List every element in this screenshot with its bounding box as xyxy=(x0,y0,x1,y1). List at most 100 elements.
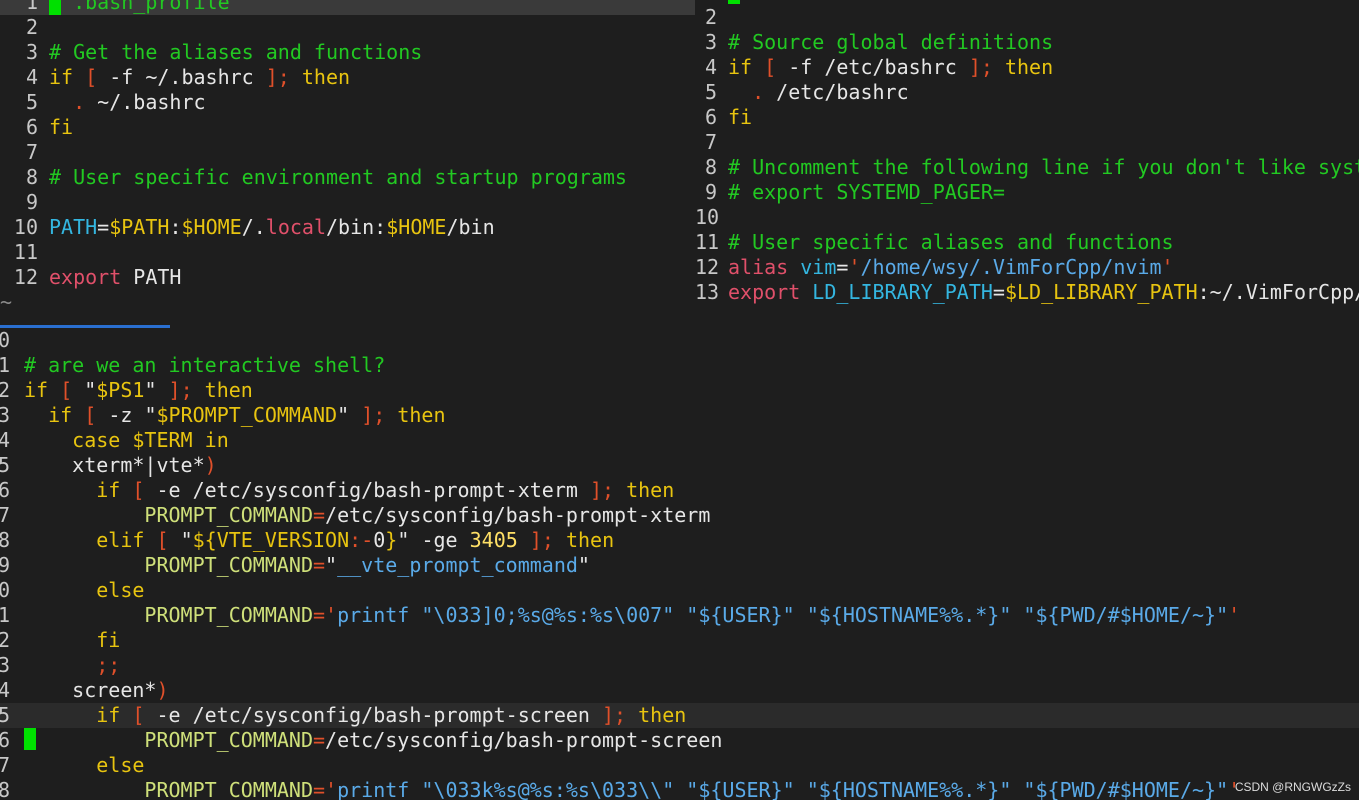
code-line[interactable]: 1 # are we an interactive shell? xyxy=(0,353,1359,378)
code-line[interactable]: 11 xyxy=(0,240,695,265)
code-line[interactable]: 5 xterm*|vte*) xyxy=(0,453,1359,478)
line-number: 1 xyxy=(0,353,10,377)
code-line[interactable]: 7 xyxy=(0,140,695,165)
code-line[interactable]: 6 fi xyxy=(0,115,695,140)
code-token: " xyxy=(577,553,590,577)
line-number: 12 xyxy=(695,255,720,279)
code-line[interactable]: 7 xyxy=(695,130,1359,155)
line-code: # export SYSTEMD_PAGER= xyxy=(728,180,1005,205)
code-line[interactable]: 8 # User specific environment and startup… xyxy=(0,165,695,190)
code-token: /etc/sysconfig/bash-prompt-xterm xyxy=(325,503,711,527)
code-token: /. xyxy=(241,215,266,239)
line-number: 12 xyxy=(13,265,38,289)
code-line[interactable]: 2 xyxy=(0,15,695,40)
line-code: export PATH xyxy=(49,265,181,290)
code-line[interactable]: 8 elif [ "${VTE_VERSION:-0}" -ge 3405 ];… xyxy=(0,528,1359,553)
line-code: case $TERM in xyxy=(24,428,229,453)
code-token: } xyxy=(385,528,398,552)
line-code: ;; xyxy=(24,653,120,678)
code-token: fi xyxy=(96,628,121,652)
code-token: # Get the aliases and functions xyxy=(49,40,423,64)
code-token: export xyxy=(49,265,122,289)
code-token: [ xyxy=(132,478,157,502)
code-line[interactable]: 11 # User specific aliases and functions xyxy=(695,230,1359,255)
code-token: then xyxy=(397,403,446,427)
line-code: PROMPT_COMMAND=/etc/sysconfig/bash-promp… xyxy=(24,728,722,753)
code-line[interactable]: 2 xyxy=(695,5,1359,30)
code-token: PROMPT_COMMAND xyxy=(144,503,313,527)
code-token: 0 xyxy=(373,528,386,552)
code-line[interactable]: 4 case $TERM in xyxy=(0,428,1359,453)
line-code: export LD_LIBRARY_PATH=$LD_LIBRARY_PATH:… xyxy=(728,280,1359,305)
code-line[interactable]: 4 if [ -f /etc/bashrc ]; then xyxy=(695,55,1359,80)
code-line[interactable]: 0 else xyxy=(0,578,1359,603)
editor-pane-bashrc-global[interactable]: 0 1 # are we an interactive shell? 2 if [ "$… xyxy=(0,330,1359,800)
code-line[interactable]: 12 alias vim='/home/wsy/.VimForCpp/nvim' xyxy=(695,255,1359,280)
line-number: 5 xyxy=(0,453,10,477)
code-line[interactable]: 7 else xyxy=(0,753,1359,778)
line-code: if [ -e /etc/sysconfig/bash-prompt-xterm… xyxy=(24,478,674,503)
code-line[interactable]: 10 PATH=$PATH:$HOME/.local/bin:$HOME/bin xyxy=(0,215,695,240)
code-token: ' xyxy=(1228,603,1241,627)
line-code: else xyxy=(24,578,144,603)
code-line[interactable]: 2 if [ "$PS1" ]; then xyxy=(0,378,1359,403)
line-number: 10 xyxy=(695,205,720,229)
line-number: 7 xyxy=(0,503,10,527)
code-line[interactable]: 8 PROMPT_COMMAND='printf "\033k%s@%s:%s\… xyxy=(0,778,1359,800)
code-token: " xyxy=(144,403,157,427)
code-line[interactable]: 5 if [ -e /etc/sysconfig/bash-prompt-scr… xyxy=(0,703,1359,728)
code-token: case xyxy=(72,428,133,452)
code-token: -ge xyxy=(421,528,470,552)
code-line[interactable]: 12 export PATH xyxy=(0,265,695,290)
line-code: if [ "$PS1" ]; then xyxy=(24,378,253,403)
code-line[interactable]: 9 # export SYSTEMD_PAGER= xyxy=(695,180,1359,205)
code-line[interactable]: 13 export LD_LIBRARY_PATH=$LD_LIBRARY_PAT… xyxy=(695,280,1359,305)
code-line[interactable]: 2 fi xyxy=(0,628,1359,653)
code-line[interactable]: 3 # Source global definitions xyxy=(695,30,1359,55)
code-line[interactable]: 10 xyxy=(695,205,1359,230)
code-line[interactable]: 8 # Uncomment the following line if you d… xyxy=(695,155,1359,180)
code-token: =' xyxy=(313,778,338,800)
line-code: elif [ "${VTE_VERSION:-0}" -ge 3405 ]; t… xyxy=(24,528,614,553)
code-line[interactable]: 9 xyxy=(0,190,695,215)
code-line[interactable]: 4 if [ -f ~/.bashrc ]; then xyxy=(0,65,695,90)
code-line[interactable]: 6 if [ -e /etc/sysconfig/bash-prompt-xte… xyxy=(0,478,1359,503)
cursor-block-icon xyxy=(24,728,36,750)
code-line[interactable]: 6 fi xyxy=(695,105,1359,130)
code-token: # Source global definitions xyxy=(728,30,1054,54)
line-number: 9 xyxy=(0,553,10,577)
line-code: . /etc/bashrc xyxy=(728,80,909,105)
code-token: PATH xyxy=(121,265,182,289)
code-line[interactable]: 3 ;; xyxy=(0,653,1359,678)
line-code: PATH=$PATH:$HOME/.local/bin:$HOME/bin xyxy=(49,215,495,240)
code-line[interactable]: 6 PROMPT_COMMAND=/etc/sysconfig/bash-pro… xyxy=(0,728,1359,753)
code-token: = xyxy=(992,280,1005,304)
code-line[interactable]: 1 # .bash_profile xyxy=(0,0,695,15)
code-line[interactable]: 3 if [ -z "$PROMPT_COMMAND" ]; then xyxy=(0,403,1359,428)
line-code: if [ -e /etc/sysconfig/bash-prompt-scree… xyxy=(24,703,686,728)
code-line[interactable]: 1 PROMPT_COMMAND='printf "\033]0;%s@%s:%… xyxy=(0,603,1359,628)
line-number: 11 xyxy=(13,240,38,264)
code-line[interactable]: 5 . ~/.bashrc xyxy=(0,90,695,115)
code-line[interactable]: 9 PROMPT_COMMAND="__vte_prompt_command" xyxy=(0,553,1359,578)
code-token: /bin xyxy=(446,215,495,239)
code-line[interactable]: 3 # Get the aliases and functions xyxy=(0,40,695,65)
code-line[interactable]: 0 xyxy=(0,330,1359,353)
editor-pane-bashrc[interactable]: 2 3 # Source global definitions 4 if [ -f /e… xyxy=(695,0,1359,318)
line-number: 2 xyxy=(0,628,10,652)
code-line[interactable]: 7 PROMPT_COMMAND=/etc/sysconfig/bash-pro… xyxy=(0,503,1359,528)
code-token: xterm*|vte* xyxy=(24,453,205,477)
code-token: ]; xyxy=(589,478,627,502)
code-line[interactable]: 4 screen*) xyxy=(0,678,1359,703)
code-line[interactable]: 5 . /etc/bashrc xyxy=(695,80,1359,105)
line-code: fi xyxy=(728,105,752,130)
code-token: if xyxy=(24,378,61,402)
editor-pane-bash-profile[interactable]: 1 # .bash_profile 2 3 # Get the aliases and … xyxy=(0,0,695,318)
code-token: printf "\033]0;%s@%s:%s\007" "${USER}" "… xyxy=(337,603,1229,627)
line-code: PROMPT_COMMAND=/etc/sysconfig/bash-promp… xyxy=(24,503,710,528)
line-number: 6 xyxy=(25,115,38,139)
